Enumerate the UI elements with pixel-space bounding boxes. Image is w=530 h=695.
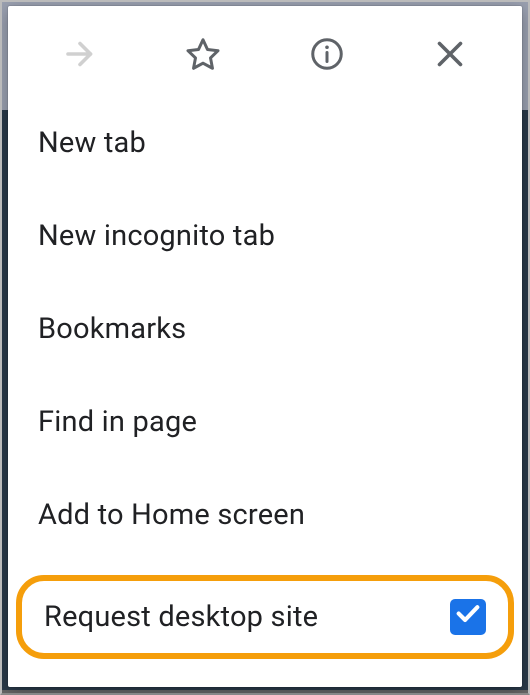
menu-item-new-incognito-tab[interactable]: New incognito tab xyxy=(8,203,522,269)
bookmark-star-button[interactable] xyxy=(181,34,225,78)
menu-item-label: Add to Home screen xyxy=(38,498,305,532)
overflow-menu-panel: New tab New incognito tab Bookmarks Find… xyxy=(8,6,522,687)
menu-item-bookmarks[interactable]: Bookmarks xyxy=(8,296,522,362)
highlighted-item-annotation: Request desktop site xyxy=(16,575,514,659)
menu-list: New tab New incognito tab Bookmarks Find… xyxy=(8,96,522,681)
menu-item-label: Request desktop site xyxy=(44,600,318,634)
menu-item-label: New incognito tab xyxy=(38,219,275,253)
forward-button[interactable] xyxy=(58,34,102,78)
info-icon xyxy=(309,36,345,76)
menu-item-find-in-page[interactable]: Find in page xyxy=(8,389,522,455)
menu-item-add-to-home-screen[interactable]: Add to Home screen xyxy=(8,482,522,548)
menu-item-request-desktop-site[interactable]: Request desktop site xyxy=(22,581,508,653)
menu-icon-row xyxy=(8,16,522,96)
request-desktop-checkbox[interactable] xyxy=(450,599,486,635)
page-info-button[interactable] xyxy=(305,34,349,78)
star-icon xyxy=(185,36,221,76)
close-icon xyxy=(432,36,468,76)
close-menu-button[interactable] xyxy=(428,34,472,78)
menu-item-label: Bookmarks xyxy=(38,312,186,346)
menu-item-new-tab[interactable]: New tab xyxy=(8,110,522,176)
checkmark-icon xyxy=(454,599,482,635)
menu-item-label: Find in page xyxy=(38,405,197,439)
menu-item-label: New tab xyxy=(38,126,146,160)
arrow-forward-icon xyxy=(62,36,98,76)
